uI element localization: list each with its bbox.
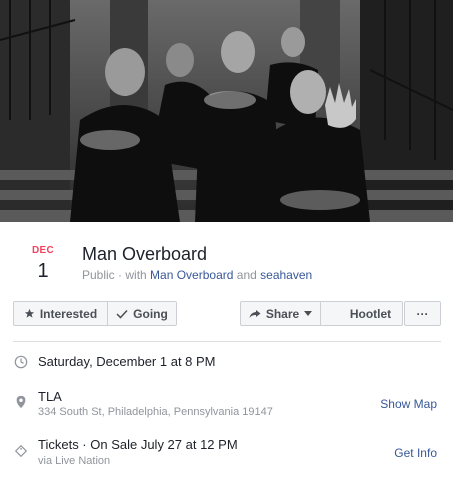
- going-button[interactable]: Going: [108, 301, 177, 326]
- show-map-link[interactable]: Show Map: [380, 397, 437, 411]
- check-icon: [116, 309, 128, 319]
- and-label: and: [236, 268, 257, 282]
- going-label: Going: [133, 306, 168, 321]
- star-icon: [24, 308, 34, 318]
- event-month: DEC: [31, 245, 54, 256]
- more-options-button[interactable]: ···: [404, 301, 441, 326]
- band-photo-image: [0, 0, 453, 222]
- venue-name[interactable]: TLA: [38, 389, 62, 404]
- host-link-man-overboard[interactable]: Man Overboard: [150, 268, 233, 282]
- with-label: with: [125, 268, 147, 282]
- venue-address: 334 South St, Philadelphia, Pennsylvania…: [38, 406, 273, 418]
- tickets-info[interactable]: Tickets · On Sale July 27 at 12 PM: [38, 437, 238, 452]
- ticket-icon: [14, 444, 28, 458]
- share-button[interactable]: Share: [240, 301, 321, 326]
- event-datetime[interactable]: Saturday, December 1 at 8 PM: [38, 354, 216, 369]
- interested-label: Interested: [39, 306, 98, 321]
- ticket-source: via Live Nation: [38, 455, 111, 467]
- location-pin-icon: [16, 395, 26, 409]
- share-label: Share: [265, 306, 300, 321]
- interested-button[interactable]: Interested: [13, 301, 108, 326]
- event-host-line: Public · with Man Overboard and seahaven: [82, 268, 313, 282]
- more-options-icon: ···: [416, 306, 429, 321]
- hootlet-label: Hootlet: [349, 306, 392, 321]
- event-title[interactable]: Man Overboard: [82, 244, 207, 265]
- event-date-block: DEC 1: [26, 245, 60, 283]
- event-privacy: Public: [82, 268, 115, 282]
- event-cover-photo[interactable]: [0, 0, 453, 222]
- get-info-link[interactable]: Get Info: [394, 446, 437, 460]
- clock-icon: [14, 355, 28, 369]
- section-divider: [13, 341, 441, 342]
- chevron-down-icon: [304, 311, 313, 316]
- share-arrow-icon: [249, 309, 261, 318]
- event-day: 1: [37, 260, 49, 282]
- hootlet-button[interactable]: Hootlet: [321, 301, 403, 326]
- host-link-seahaven[interactable]: seahaven: [260, 268, 312, 282]
